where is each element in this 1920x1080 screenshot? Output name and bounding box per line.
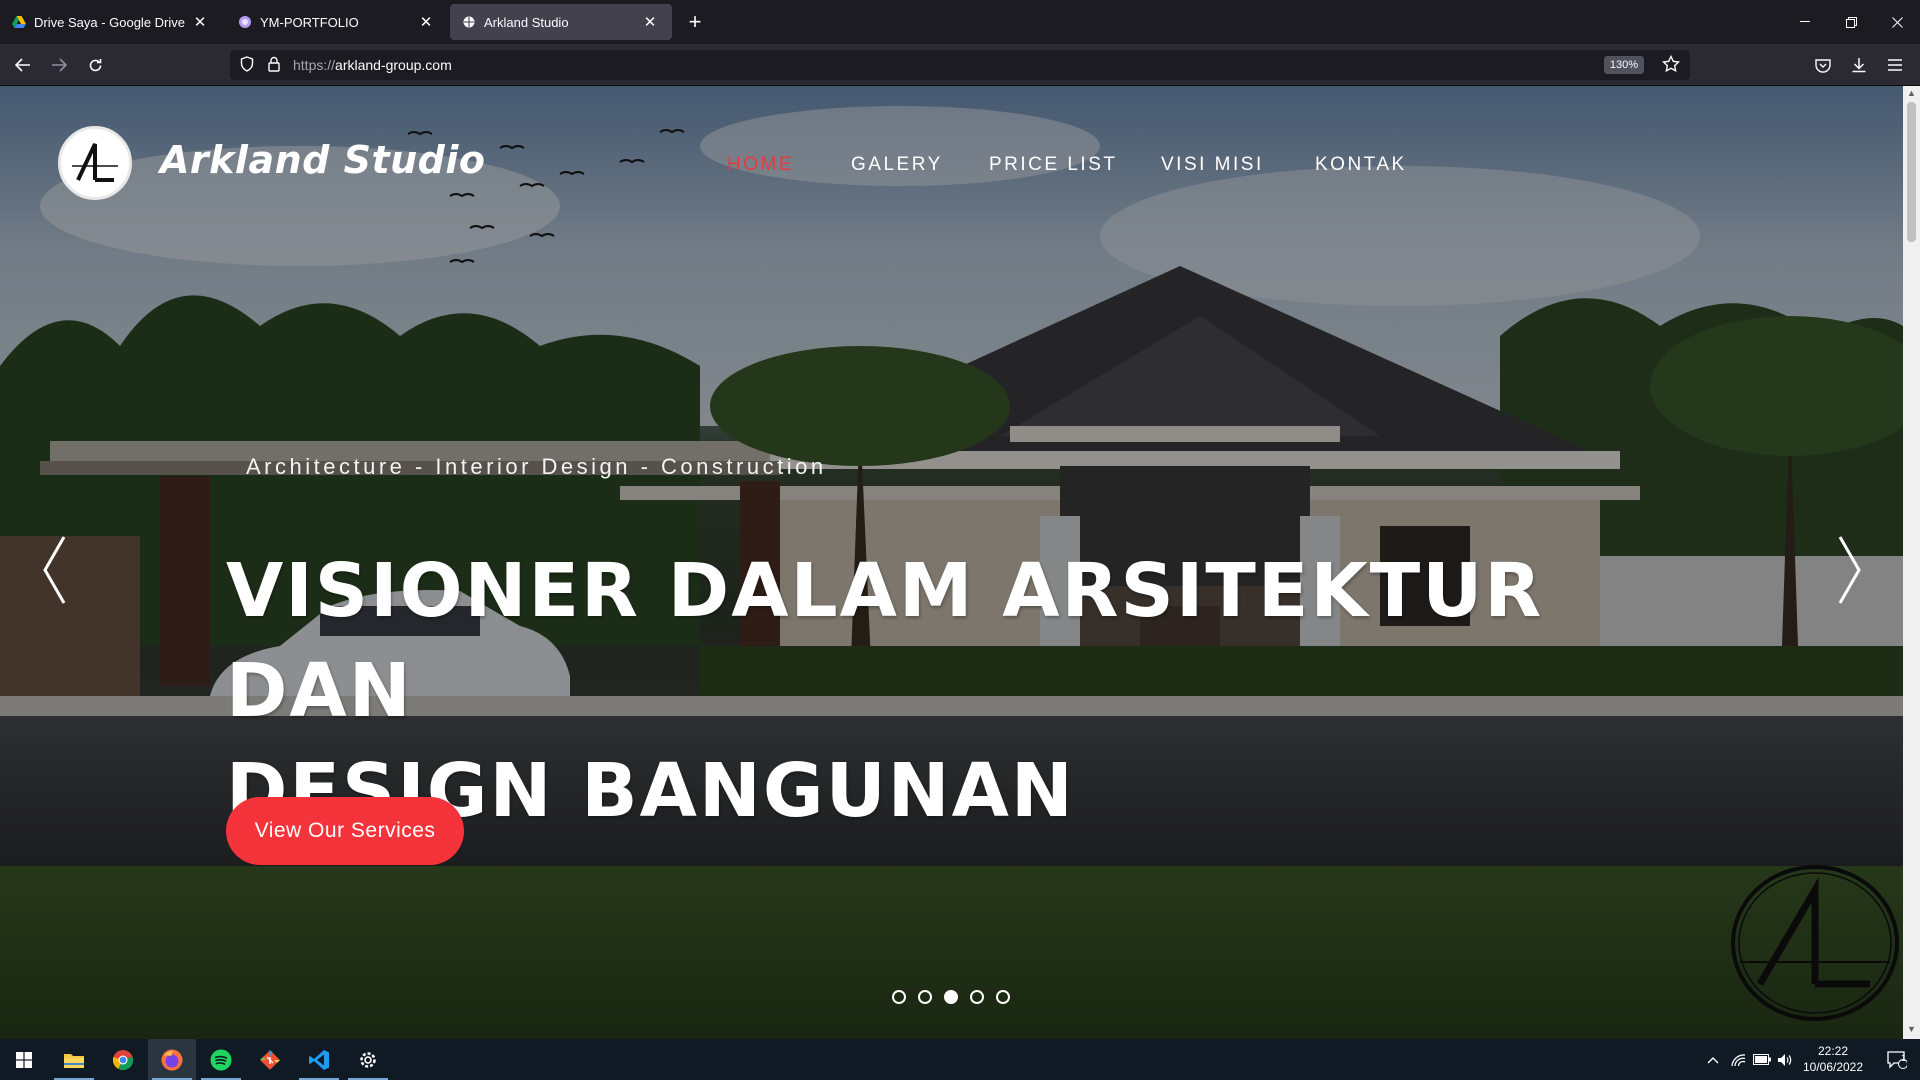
carousel-dot-4[interactable] [970,990,984,1004]
downloads-icon[interactable] [1844,51,1874,79]
arkland-watermark-logo-icon [1731,865,1899,1021]
bookmark-star-icon[interactable] [1661,54,1681,78]
lock-icon[interactable] [268,56,280,77]
carousel-indicators [892,990,1010,1004]
close-tab-icon[interactable]: ✕ [640,12,660,32]
show-hidden-icons-chevron-icon[interactable] [1700,1039,1726,1080]
git-icon[interactable] [246,1039,294,1080]
scroll-up-arrow-icon[interactable]: ▲ [1906,88,1917,99]
vscode-icon[interactable] [295,1039,343,1080]
arkland-logo[interactable] [58,126,132,200]
view-services-button[interactable]: View Our Services [226,797,464,865]
carousel-prev-arrow-icon[interactable] [34,530,74,610]
notification-count: 1 [1901,1053,1907,1063]
spotify-icon[interactable] [197,1039,245,1080]
chrome-icon[interactable] [99,1039,147,1080]
carousel-next-arrow-icon[interactable] [1830,530,1870,610]
new-tab-button[interactable]: + [681,10,709,34]
reload-button[interactable] [80,51,110,79]
carousel-dot-2[interactable] [918,990,932,1004]
navigation-toolbar: https://arkland-group.com 130% [0,44,1920,86]
nav-price-list[interactable]: PRICE LIST [989,154,1117,176]
pocket-icon[interactable] [1808,51,1838,79]
arkland-logo-mark-icon [72,143,118,182]
forward-button[interactable] [44,51,74,79]
address-bar[interactable]: https://arkland-group.com 130% [230,50,1690,80]
nav-kontak[interactable]: KONTAK [1315,154,1407,176]
hero-headline-line1: VISIONER DALAM ARSITEKTUR DAN [226,548,1544,734]
close-window-button[interactable] [1874,0,1920,44]
hamburger-menu-icon[interactable] [1880,51,1910,79]
page-viewport: Arkland Studio HOME GALERY PRICE LIST VI… [0,86,1903,1039]
tab-strip: Drive Saya - Google Drive ✕ YM-PORTFOLIO… [0,0,1920,44]
carousel-dot-3[interactable] [944,990,958,1004]
file-explorer-icon[interactable] [50,1039,98,1080]
clock-time: 22:22 [1817,1044,1849,1058]
back-button[interactable] [8,51,38,79]
hero-tagline: Architecture - Interior Design - Constru… [246,454,827,479]
url-text: https://arkland-group.com [293,57,452,73]
settings-gear-icon[interactable] [344,1039,392,1080]
carousel-dot-1[interactable] [892,990,906,1004]
nav-galery[interactable]: GALERY [851,154,943,176]
scrollbar-thumb[interactable] [1907,102,1916,242]
globe-icon [462,15,476,29]
url-protocol: https:// [293,57,336,73]
tracking-protection-shield-icon[interactable] [240,56,254,77]
tab-title: Drive Saya - Google Drive [34,14,185,30]
close-tab-icon[interactable]: ✕ [190,12,210,32]
scroll-down-arrow-icon[interactable]: ▼ [1906,1024,1917,1035]
action-center-notification-icon[interactable]: 1 [1874,1039,1920,1080]
tab-google-drive[interactable]: Drive Saya - Google Drive ✕ [0,4,222,40]
url-host: arkland-group.com [335,57,452,73]
clock-date: 10/06/2022 [1802,1060,1864,1074]
taskbar-clock[interactable]: 22:22 10/06/2022 [1793,1043,1873,1075]
restore-button[interactable] [1828,0,1874,44]
nav-home[interactable]: HOME [727,154,794,176]
google-drive-icon [12,15,26,29]
hero-headline: VISIONER DALAM ARSITEKTUR DAN DESIGN BAN… [226,541,1626,841]
nav-visi-misi[interactable]: VISI MISI [1161,154,1264,176]
tab-title: Arkland Studio [484,14,569,30]
close-tab-icon[interactable]: ✕ [416,12,436,32]
windows-taskbar: 22:22 10/06/2022 1 [0,1039,1920,1080]
hero-carousel: Arkland Studio HOME GALERY PRICE LIST VI… [0,86,1903,1039]
battery-icon[interactable] [1750,1039,1774,1080]
minimize-button[interactable] [1782,0,1828,44]
tab-arkland-studio[interactable]: Arkland Studio ✕ [450,4,672,40]
tab-title: YM-PORTFOLIO [260,14,359,30]
brand-name[interactable]: Arkland Studio [160,138,486,182]
page-scrollbar[interactable]: ▲ ▼ [1903,86,1920,1039]
zoom-level-badge[interactable]: 130% [1603,56,1644,74]
carousel-dot-5[interactable] [996,990,1010,1004]
wifi-icon[interactable] [1726,1039,1750,1080]
portfolio-icon [238,15,252,29]
tab-ym-portfolio[interactable]: YM-PORTFOLIO ✕ [226,4,448,40]
firefox-icon[interactable] [148,1039,196,1080]
windows-start-icon[interactable] [0,1039,48,1080]
